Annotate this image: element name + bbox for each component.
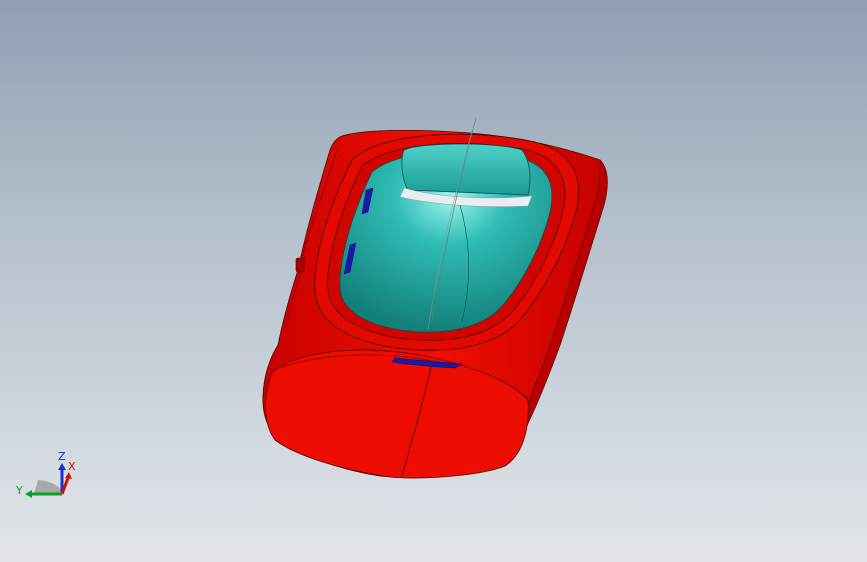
z-axis-arrow [58, 463, 66, 470]
y-axis-label: Y [15, 484, 23, 497]
seat-model[interactable] [0, 0, 867, 562]
side-knob[interactable] [295, 257, 305, 273]
y-axis-arrow [25, 490, 32, 498]
x-axis-arrow [65, 472, 72, 479]
x-axis-label: X [68, 460, 76, 473]
backrest[interactable] [401, 143, 531, 196]
z-axis-label: Z [58, 450, 66, 463]
3d-viewport[interactable]: Z X Y [0, 0, 867, 562]
triad-base-quadrant [34, 480, 63, 494]
orientation-triad[interactable]: Z X Y [12, 448, 82, 508]
